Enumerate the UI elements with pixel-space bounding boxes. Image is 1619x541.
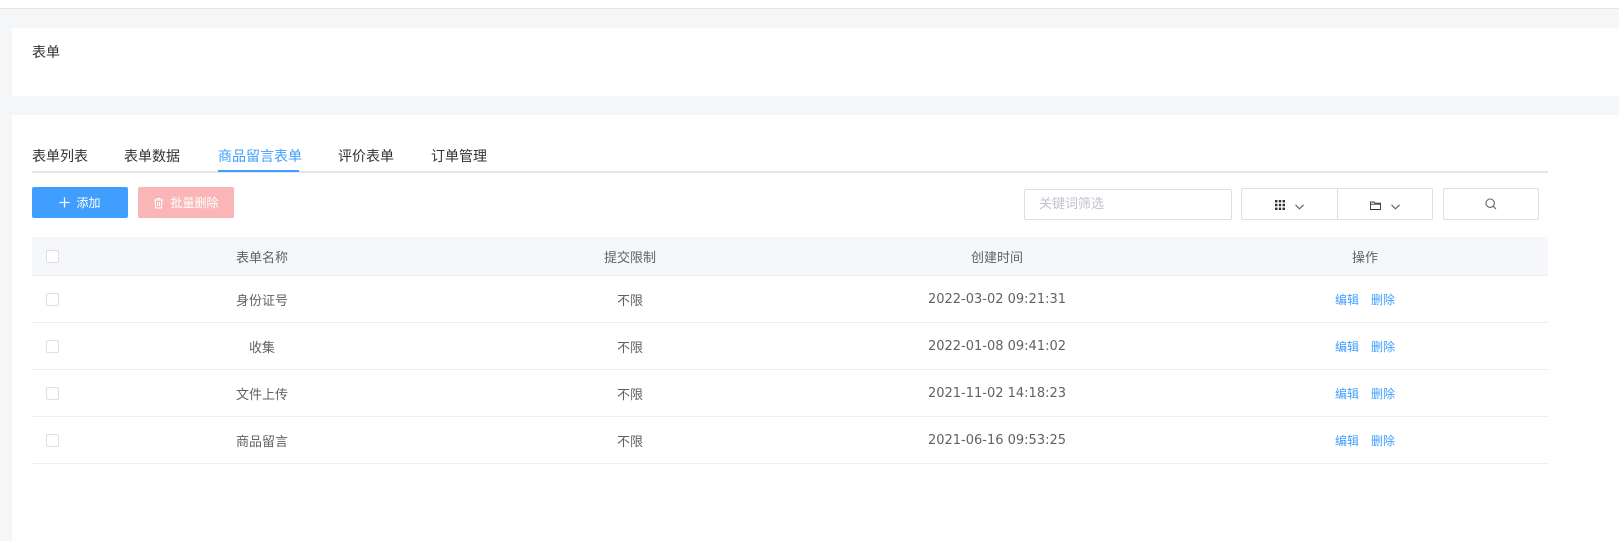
add-button-label: 添加 — [76, 196, 101, 210]
table-header: 表单名称 提交限制 创建时间 操作 — [32, 237, 1548, 276]
row-checkbox[interactable] — [45, 433, 59, 447]
row-checkbox[interactable] — [45, 386, 59, 400]
folder-dropdown[interactable] — [1337, 188, 1433, 220]
cell-submit-limit: 不限 — [616, 293, 643, 309]
delete-link[interactable]: 删除 — [1371, 338, 1395, 355]
main-card: 表单列表 表单数据 商品留言表单 评价表单 订单管理 添加 批量删除 关键词筛选… — [12, 115, 1619, 541]
edit-link[interactable]: 编辑 — [1335, 432, 1359, 449]
tab-bar: 表单列表 表单数据 商品留言表单 评价表单 订单管理 — [32, 141, 1548, 173]
cell-form-name: 身份证号 — [235, 293, 288, 309]
cell-created-time: 2022-01-08 09:41:02 — [927, 338, 1067, 354]
top-bar — [0, 0, 1619, 9]
tab-review-form[interactable]: 评价表单 — [338, 146, 394, 166]
tab-form-data[interactable]: 表单数据 — [124, 146, 180, 166]
cell-submit-limit: 不限 — [616, 340, 643, 356]
keyword-filter-input[interactable] — [1024, 189, 1232, 220]
add-button[interactable]: 添加 — [32, 187, 128, 218]
header-created-time: 创建时间 — [970, 250, 1023, 266]
cell-created-time: 2021-06-16 09:53:25 — [927, 432, 1067, 448]
edit-link[interactable]: 编辑 — [1335, 291, 1359, 308]
edit-link[interactable]: 编辑 — [1335, 385, 1359, 402]
plus-icon — [59, 197, 70, 208]
view-grid-dropdown[interactable] — [1241, 188, 1338, 220]
trash-icon — [153, 197, 164, 209]
row-checkbox[interactable] — [45, 292, 59, 306]
cell-submit-limit: 不限 — [616, 434, 643, 450]
delete-link[interactable]: 删除 — [1371, 385, 1395, 402]
header-card: 表单 — [12, 28, 1619, 96]
grid-icon — [1275, 195, 1285, 214]
cell-submit-limit: 不限 — [616, 387, 643, 403]
batch-delete-label: 批量删除 — [170, 196, 219, 210]
cell-form-name: 商品留言 — [235, 434, 288, 450]
active-tab-indicator — [218, 170, 299, 172]
tab-form-list[interactable]: 表单列表 — [32, 146, 88, 166]
search-button[interactable] — [1443, 188, 1539, 220]
delete-link[interactable]: 删除 — [1371, 291, 1395, 308]
tab-product-message-form[interactable]: 商品留言表单 — [218, 146, 302, 166]
edit-link[interactable]: 编辑 — [1335, 338, 1359, 355]
row-checkbox[interactable] — [45, 339, 59, 353]
cell-form-name: 文件上传 — [235, 387, 288, 403]
cell-created-time: 2021-11-02 14:18:23 — [927, 385, 1067, 401]
cell-created-time: 2022-03-02 09:21:31 — [927, 291, 1067, 307]
batch-delete-button[interactable]: 批量删除 — [138, 187, 234, 218]
table-row: 收集 不限 2022-01-08 09:41:02 编辑 删除 — [32, 323, 1548, 370]
chevron-down-icon — [1391, 195, 1400, 214]
forms-table: 表单名称 提交限制 创建时间 操作 身份证号 不限 2022-03-02 09:… — [32, 237, 1548, 464]
header-submit-limit: 提交限制 — [603, 250, 656, 266]
page-title: 表单 — [32, 45, 60, 61]
header-actions: 操作 — [1351, 250, 1378, 266]
cell-form-name: 收集 — [248, 340, 275, 356]
header-form-name: 表单名称 — [235, 250, 288, 266]
table-row: 文件上传 不限 2021-11-02 14:18:23 编辑 删除 — [32, 370, 1548, 417]
table-row: 商品留言 不限 2021-06-16 09:53:25 编辑 删除 — [32, 417, 1548, 464]
chevron-down-icon — [1295, 195, 1304, 214]
tab-order-management[interactable]: 订单管理 — [431, 146, 487, 166]
search-icon — [1485, 195, 1497, 214]
folder-icon — [1370, 195, 1381, 214]
table-row: 身份证号 不限 2022-03-02 09:21:31 编辑 删除 — [32, 276, 1548, 323]
delete-link[interactable]: 删除 — [1371, 432, 1395, 449]
select-all-checkbox[interactable] — [45, 249, 59, 263]
